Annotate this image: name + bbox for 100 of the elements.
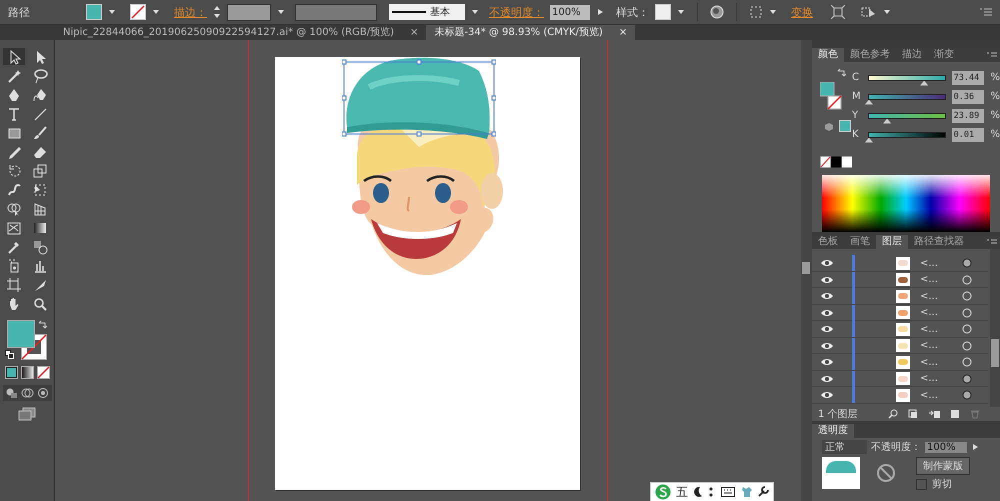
new-layer-icon[interactable] xyxy=(950,409,960,419)
stroke-label[interactable]: 描边： xyxy=(174,4,207,20)
scroll-thumb[interactable] xyxy=(802,262,810,274)
none-mode-icon[interactable] xyxy=(36,366,50,379)
warp-icon[interactable] xyxy=(6,182,22,198)
target-circle-icon[interactable] xyxy=(962,357,972,367)
type-tool-icon[interactable] xyxy=(6,106,22,122)
scroll-thumb[interactable] xyxy=(991,339,999,367)
isolate-icon[interactable] xyxy=(861,5,877,19)
pen-icon[interactable] xyxy=(6,86,22,102)
clipping-mask-icon[interactable] xyxy=(908,409,918,419)
paintbrush-icon[interactable] xyxy=(32,124,48,140)
blend-icon[interactable] xyxy=(32,238,48,254)
variable-width-dropdown[interactable] xyxy=(295,4,377,20)
target-circle-icon[interactable] xyxy=(962,324,972,334)
draw-normal-icon[interactable] xyxy=(4,387,18,399)
screen-mode-icon[interactable] xyxy=(18,407,36,421)
eye-icon[interactable] xyxy=(820,292,834,300)
make-mask-button[interactable]: 制作蒙版 xyxy=(916,457,970,475)
eye-icon[interactable] xyxy=(820,342,834,350)
scale-icon[interactable] xyxy=(32,162,48,178)
default-colors-icon[interactable] xyxy=(5,350,14,359)
slider-thumb[interactable] xyxy=(883,118,892,124)
panel-menu-icon[interactable] xyxy=(980,8,992,16)
lasso-icon[interactable] xyxy=(32,68,48,84)
filled-target-circle-icon[interactable] xyxy=(962,374,972,384)
document-tab[interactable]: Nipic_22844066_20190625090922594127.ai* @ 100% (RGB/预览) × xyxy=(55,25,426,40)
panel-tab[interactable]: 颜色 xyxy=(812,48,844,62)
color-spectrum[interactable] xyxy=(822,175,990,232)
line-segment-icon[interactable] xyxy=(32,106,48,122)
stroke-style-dropdown[interactable]: 基本 xyxy=(389,4,465,20)
dropdown-caret-icon[interactable] xyxy=(108,8,116,16)
eye-icon[interactable] xyxy=(820,358,834,366)
eye-icon[interactable] xyxy=(820,259,834,267)
eye-icon[interactable] xyxy=(820,308,834,316)
opacity-field[interactable]: 100% xyxy=(550,4,590,20)
fill-swatch[interactable] xyxy=(86,4,102,20)
eye-icon[interactable] xyxy=(820,374,834,382)
stepper-icon[interactable] xyxy=(213,5,221,19)
magic-wand-icon[interactable] xyxy=(6,68,22,84)
opacity-field[interactable]: 100% xyxy=(925,442,967,452)
artboard-icon[interactable] xyxy=(6,276,22,292)
quick-swatches[interactable] xyxy=(820,156,853,168)
opacity-label[interactable]: 不透明度： xyxy=(489,4,544,20)
swap-arrows-icon[interactable] xyxy=(836,68,846,78)
selection-box[interactable] xyxy=(342,57,496,137)
channel-value-field[interactable]: 0.01 xyxy=(952,128,984,142)
fit-artboard-icon[interactable] xyxy=(831,5,845,19)
no-mask-icon[interactable] xyxy=(876,463,896,483)
slider-thumb[interactable] xyxy=(864,138,873,142)
layer-name[interactable]: <... xyxy=(916,340,958,351)
current-color-swatch[interactable] xyxy=(839,120,851,132)
panel-tab[interactable]: 透明度 xyxy=(812,424,854,438)
transform-link[interactable]: 变换 xyxy=(791,4,813,20)
eye-icon[interactable] xyxy=(820,325,834,333)
color-mode-icon[interactable] xyxy=(4,366,18,379)
layer-name[interactable]: <... xyxy=(916,290,958,302)
align-selection-icon[interactable] xyxy=(749,5,763,19)
target-circle-icon[interactable] xyxy=(962,340,972,350)
close-tab-button[interactable]: × xyxy=(410,25,418,40)
slider-thumb[interactable] xyxy=(920,80,928,86)
channel-value-field[interactable]: 23.89 xyxy=(952,108,984,122)
no-stroke-swatch-icon[interactable] xyxy=(130,4,146,20)
panel-tab[interactable]: 图层 xyxy=(876,235,908,249)
fill-swatch[interactable] xyxy=(7,320,35,348)
target-circle-icon[interactable] xyxy=(962,274,972,284)
dropdown-caret-icon[interactable] xyxy=(152,8,160,16)
curvature-pen-icon[interactable] xyxy=(32,86,48,102)
panel-tab[interactable]: 描边 xyxy=(896,48,928,62)
layer-name[interactable]: <... xyxy=(916,373,958,384)
layer-name[interactable]: <... xyxy=(916,274,958,285)
close-tab-button[interactable]: × xyxy=(618,25,628,40)
panel-menu-icon[interactable] xyxy=(987,51,997,59)
layer-name[interactable]: <... xyxy=(916,307,958,318)
cube-icon[interactable] xyxy=(824,122,834,132)
free-transform-icon[interactable] xyxy=(32,182,48,198)
zoom-icon[interactable] xyxy=(32,296,48,312)
channel-value-field[interactable]: 0.36 xyxy=(952,90,984,104)
perspective-grid-icon[interactable] xyxy=(32,200,48,216)
layer-name[interactable]: <... xyxy=(916,324,958,334)
target-circle-icon[interactable] xyxy=(962,308,972,318)
panel-menu-icon[interactable] xyxy=(987,238,997,246)
dropdown-caret-icon[interactable] xyxy=(883,8,891,16)
clip-checkbox[interactable] xyxy=(916,478,927,490)
layer-name[interactable]: <... xyxy=(916,390,958,400)
panel-tab[interactable]: 渐变 xyxy=(928,48,960,62)
blend-mode-dropdown[interactable]: 正常 xyxy=(822,440,867,454)
dropdown-caret-icon[interactable] xyxy=(277,8,285,16)
channel-value-field[interactable]: 73.44 xyxy=(952,70,984,84)
swap-arrows-icon[interactable] xyxy=(37,320,47,330)
dropdown-caret-icon[interactable] xyxy=(471,8,479,16)
slider-thumb[interactable] xyxy=(864,100,873,104)
stroke-weight-field[interactable] xyxy=(227,4,271,20)
shape-builder-icon[interactable] xyxy=(6,200,22,216)
draw-behind-icon[interactable] xyxy=(20,387,34,399)
expand-arrow-icon[interactable] xyxy=(971,443,979,451)
document-tab[interactable]: 未标题-34* @ 98.93% (CMYK/预览) × xyxy=(426,25,636,40)
panel-tab[interactable]: 颜色参考 xyxy=(844,48,896,62)
recolor-icon[interactable] xyxy=(710,5,724,19)
filled-target-circle-icon[interactable] xyxy=(962,390,972,400)
